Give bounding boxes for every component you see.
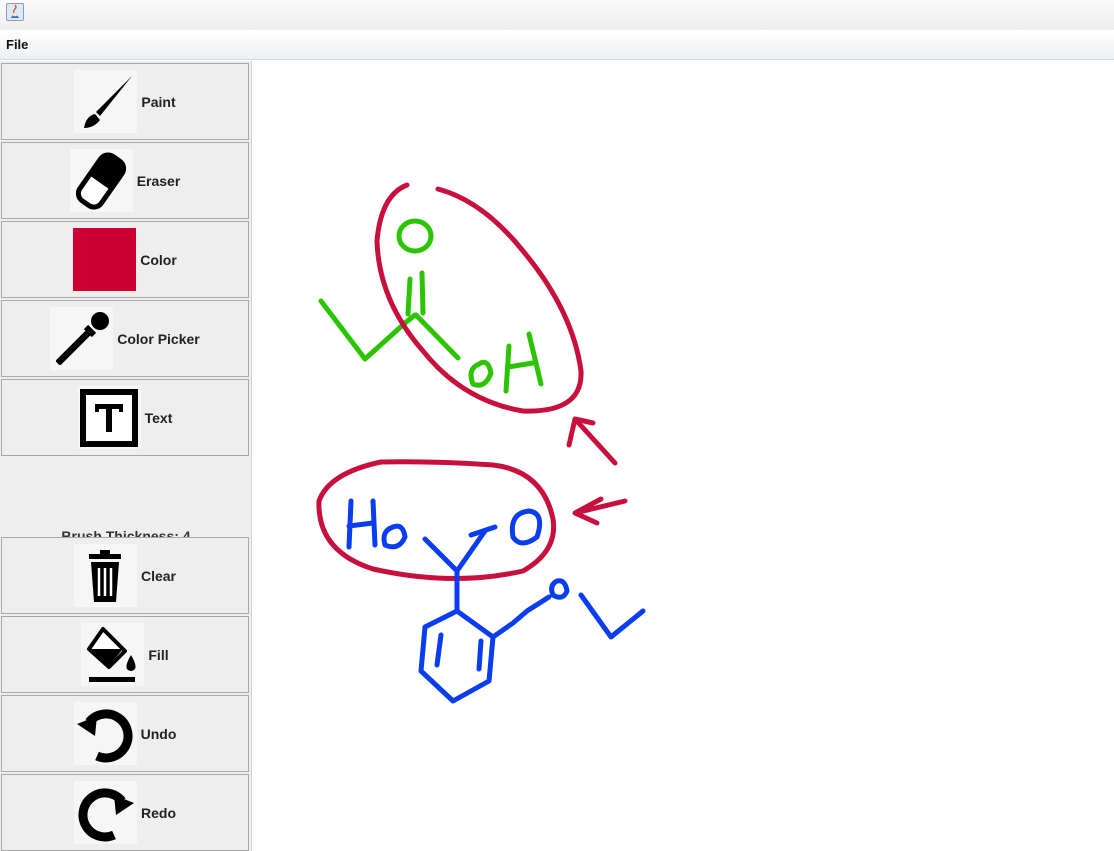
undo-label: Undo	[140, 725, 177, 742]
paintbrush-icon	[74, 70, 138, 133]
paint-button[interactable]: Paint	[1, 63, 249, 140]
text-label: Text	[144, 409, 173, 426]
redo-label: Redo	[141, 804, 176, 821]
eraser-button[interactable]: Eraser	[1, 142, 249, 219]
redo-button[interactable]: Redo	[1, 774, 249, 851]
clear-label: Clear	[140, 567, 177, 584]
blue-strokes	[346, 498, 646, 704]
fill-label: Fill	[148, 646, 169, 663]
color-label: Color	[140, 251, 177, 268]
drawing-canvas[interactable]	[253, 61, 1114, 851]
eraser-label: Eraser	[136, 172, 181, 189]
color-button[interactable]: Color	[1, 221, 249, 298]
menu-file[interactable]: File	[6, 37, 28, 52]
title-bar	[0, 0, 1114, 30]
color-picker-button[interactable]: Color Picker	[1, 300, 249, 377]
redo-icon	[74, 781, 137, 844]
text-button[interactable]: Text	[1, 379, 249, 456]
color-swatch-icon	[73, 228, 137, 291]
clear-button[interactable]: Clear	[1, 537, 249, 614]
trash-icon	[73, 544, 137, 607]
undo-button[interactable]: Undo	[1, 695, 249, 772]
eraser-icon	[69, 149, 133, 212]
paint-bucket-icon	[81, 623, 145, 686]
menu-bar: File	[0, 30, 1114, 60]
fill-button[interactable]: Fill	[1, 616, 249, 693]
tool-sidebar: Paint Eraser Color Color Picker Text Bru…	[0, 61, 252, 851]
green-strokes	[318, 218, 544, 394]
color-picker-label: Color Picker	[117, 330, 200, 347]
paint-label: Paint	[141, 93, 176, 110]
java-app-icon	[6, 3, 24, 21]
text-icon	[77, 386, 141, 449]
eyedropper-icon	[50, 307, 114, 370]
undo-icon	[73, 702, 137, 765]
